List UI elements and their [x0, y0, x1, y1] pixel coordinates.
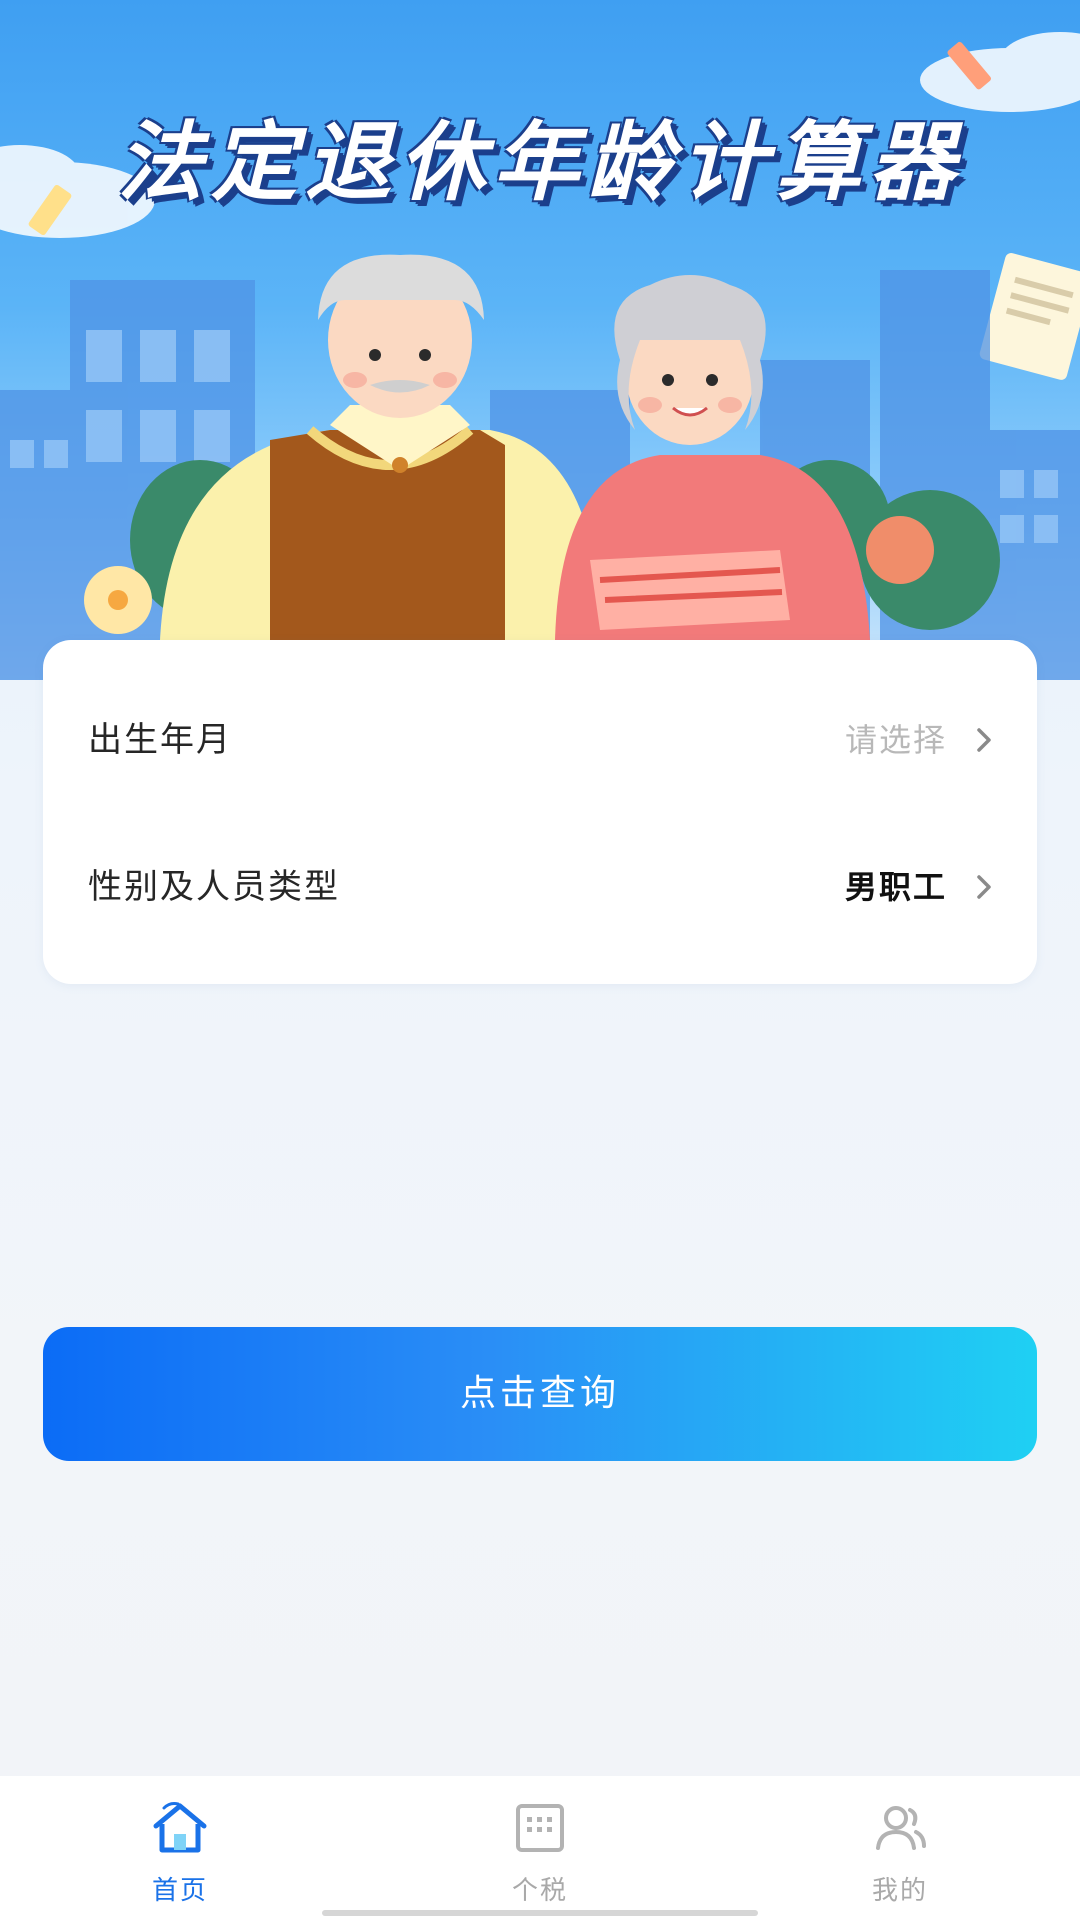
tab-home-label: 首页: [151, 1876, 208, 1906]
gender-type-value: 男职工: [844, 868, 947, 906]
birth-date-selector[interactable]: 出生年月 请选择: [43, 680, 1037, 800]
birth-date-label: 出生年月: [88, 720, 232, 760]
gender-type-selector[interactable]: 性别及人员类型 男职工: [43, 827, 1037, 947]
query-button[interactable]: 点击查询: [43, 1327, 1037, 1461]
home-icon: [153, 1802, 207, 1853]
tab-tax[interactable]: 个税: [440, 1776, 640, 1920]
hero-banner: 法定退休年龄计算器: [0, 0, 1080, 680]
bottom-tab-bar: 首页 个税 我的: [0, 1776, 1080, 1920]
tab-tax-label: 个税: [511, 1876, 568, 1906]
tax-calculator-icon: [516, 1804, 564, 1852]
tab-profile-label: 我的: [871, 1876, 928, 1906]
page-title: 法定退休年龄计算器: [117, 113, 963, 213]
gender-type-label: 性别及人员类型: [88, 867, 340, 907]
profile-icon: [876, 1806, 926, 1850]
tab-profile[interactable]: 我的: [800, 1776, 1000, 1920]
home-indicator[interactable]: [322, 1910, 758, 1916]
tab-home[interactable]: 首页: [80, 1776, 280, 1920]
chevron-right-icon: [977, 728, 991, 752]
birth-date-value: 请选择: [844, 721, 947, 759]
chevron-right-icon: [977, 875, 991, 899]
